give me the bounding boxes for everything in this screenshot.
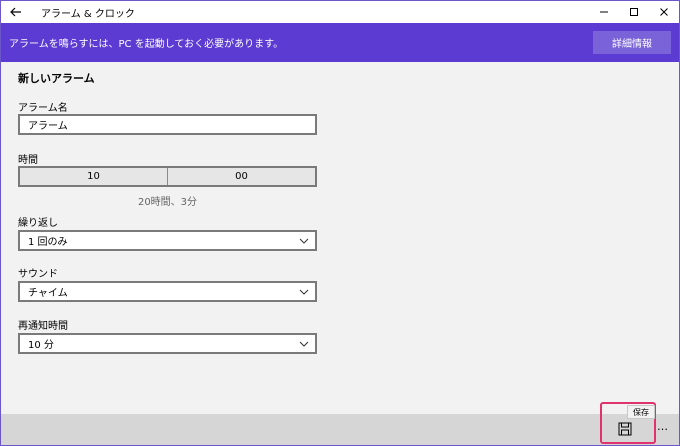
chevron-down-icon: [299, 284, 309, 303]
back-button[interactable]: [1, 1, 31, 23]
maximize-button[interactable]: [619, 1, 649, 23]
time-picker[interactable]: 10 00: [18, 166, 317, 187]
back-arrow-icon: [10, 7, 21, 17]
app-window: アラーム & クロック アラームを鳴らすには、PC を起動しておく必要があります…: [0, 0, 680, 446]
alarm-name-input[interactable]: アラーム: [18, 114, 317, 135]
time-until-hint: 20時間、3分: [137, 197, 198, 208]
command-bar: [1, 414, 679, 445]
title-bar: アラーム & クロック: [1, 1, 679, 23]
close-button[interactable]: [649, 1, 679, 23]
page-title: 新しいアラーム: [18, 72, 95, 85]
snooze-dropdown[interactable]: 10 分: [18, 333, 317, 354]
more-icon[interactable]: …: [657, 420, 669, 433]
close-icon: [660, 8, 668, 16]
minute-selector[interactable]: 00: [168, 168, 315, 185]
new-alarm-form: 新しいアラーム アラーム名 アラーム 時間 10 00 20時間、3分 繰り返し…: [1, 62, 679, 414]
repeat-dropdown[interactable]: 1 回のみ: [18, 230, 317, 251]
pc-awake-banner: アラームを鳴らすには、PC を起動しておく必要があります。 詳細情報: [1, 23, 679, 62]
save-tooltip: 保存: [627, 405, 655, 419]
sound-value: チャイム: [28, 288, 68, 299]
chevron-down-icon: [299, 233, 309, 252]
repeat-value: 1 回のみ: [28, 237, 68, 248]
alarm-name-value: アラーム: [28, 121, 68, 132]
snooze-label: 再通知時間: [18, 321, 68, 332]
hour-selector[interactable]: 10: [20, 168, 167, 185]
maximize-icon: [630, 8, 638, 16]
sound-label: サウンド: [18, 269, 58, 280]
time-label: 時間: [18, 155, 38, 166]
save-icon: [618, 422, 632, 436]
banner-message: アラームを鳴らすには、PC を起動しておく必要があります。: [9, 39, 284, 50]
details-button[interactable]: 詳細情報: [593, 31, 671, 54]
sound-dropdown[interactable]: チャイム: [18, 281, 317, 302]
chevron-down-icon: [299, 336, 309, 355]
repeat-label: 繰り返し: [18, 218, 58, 229]
minimize-icon: [600, 11, 608, 13]
snooze-value: 10 分: [28, 340, 54, 351]
alarm-name-label: アラーム名: [18, 103, 68, 114]
minimize-button[interactable]: [589, 1, 619, 23]
window-title: アラーム & クロック: [41, 8, 135, 20]
window-controls: [589, 1, 679, 23]
